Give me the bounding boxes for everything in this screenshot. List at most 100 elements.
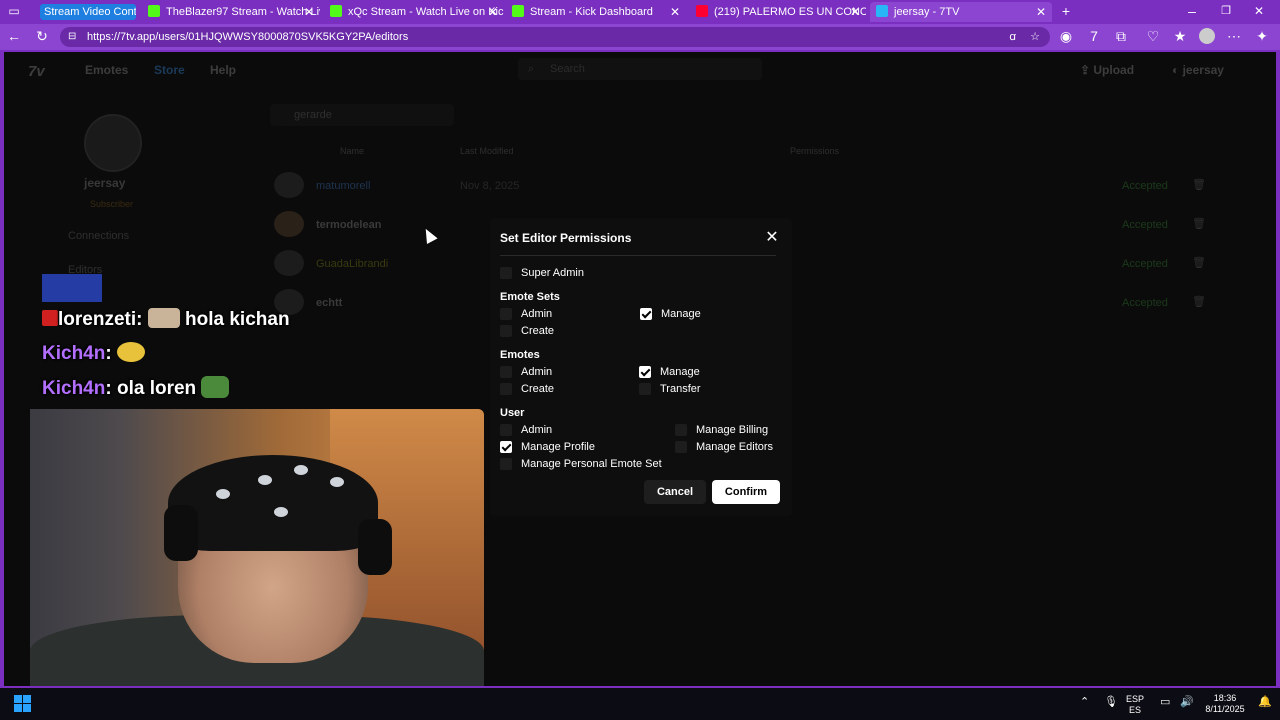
tab-theblazer97[interactable]: TheBlazer97 Stream - Watch Live ✕: [142, 2, 320, 22]
nav-help[interactable]: Help: [210, 63, 236, 77]
checkbox-box[interactable]: [639, 383, 651, 395]
favorites-icon[interactable]: ★: [1172, 28, 1188, 44]
microphone-icon[interactable]: 🎙: [1104, 697, 1118, 708]
editor-name[interactable]: termodelean: [316, 219, 381, 231]
bandana-pattern: [330, 477, 344, 487]
restore-icon[interactable]: ❐: [1218, 3, 1234, 19]
chat-message: lorenzeti: hola kichan: [42, 308, 290, 331]
keyboard-layout: ES: [1129, 705, 1142, 715]
close-icon[interactable]: ✕: [304, 2, 314, 22]
close-icon[interactable]: ✕: [850, 2, 860, 22]
editor-filter-input[interactable]: gerarde: [270, 104, 454, 126]
checkbox-label: Manage Profile: [521, 441, 595, 453]
checkbox-label: Transfer: [660, 383, 701, 395]
window-close-icon[interactable]: ✕: [1251, 3, 1267, 19]
url-field[interactable]: ⊟ https://7tv.app/users/01HJQWWSY8000870…: [60, 27, 1050, 47]
chat-text: ola loren: [116, 378, 197, 399]
close-icon[interactable]: ✕: [762, 228, 782, 248]
delete-icon[interactable]: 🗑: [1192, 178, 1206, 191]
bandana-pattern: [216, 489, 230, 499]
new-tab-icon[interactable]: +: [1058, 3, 1074, 19]
network-icon[interactable]: ▭: [1160, 697, 1170, 708]
extension-icon[interactable]: ◉: [1058, 28, 1074, 44]
webcam-feed: [30, 409, 484, 686]
checkbox-box[interactable]: [500, 308, 512, 320]
wave-emote-icon: [116, 342, 145, 362]
youtube-icon: [696, 5, 708, 17]
extensions-puzzle-icon[interactable]: ⧉: [1113, 28, 1129, 44]
profile-avatar: [84, 114, 142, 172]
back-icon[interactable]: ←: [6, 28, 22, 44]
checkbox-box[interactable]: [500, 325, 512, 337]
delete-icon[interactable]: 🗑: [1192, 256, 1206, 269]
editor-name[interactable]: GuadaLibrandi: [316, 258, 388, 270]
tab-label: (219) PALERMO ES UN CONCEPTO: [714, 6, 866, 18]
volume-icon[interactable]: 🔊: [1180, 697, 1194, 708]
editor-status: Accepted: [1122, 180, 1168, 192]
checkbox-checked[interactable]: [500, 441, 512, 453]
kick-icon: [512, 5, 524, 17]
nav-emotes[interactable]: Emotes: [85, 63, 128, 77]
checkbox-label: Manage Billing: [696, 424, 769, 436]
upload-button[interactable]: ⇪ Upload: [1080, 63, 1134, 77]
tab-youtube[interactable]: (219) PALERMO ES UN CONCEPTO✕: [690, 2, 866, 22]
editor-avatar: [274, 172, 304, 198]
checkbox-checked[interactable]: [640, 308, 652, 320]
tab-label: jeersay - 7TV: [894, 6, 960, 18]
tray-chevron-icon[interactable]: ⌃: [1080, 697, 1089, 708]
clock-date: 8/11/2025: [1205, 704, 1245, 714]
minimize-icon[interactable]: –: [1184, 3, 1200, 19]
editor-name[interactable]: matumorell: [316, 180, 370, 192]
7tv-badge-icon: [42, 310, 58, 326]
delete-icon[interactable]: 🗑: [1192, 295, 1206, 308]
tab-xqc[interactable]: xQc Stream - Watch Live on Kick ✕: [324, 2, 504, 22]
7tv-extension-icon[interactable]: 7: [1086, 28, 1102, 44]
notifications-icon[interactable]: 🔔: [1258, 697, 1272, 708]
nav-store[interactable]: Store: [154, 63, 185, 77]
user-menu[interactable]: ◐ jeersay: [1172, 63, 1224, 77]
checkbox-box[interactable]: [500, 424, 512, 436]
checkbox-label: Super Admin: [521, 267, 584, 279]
clock-time: 18:36: [1213, 693, 1237, 703]
tab-actions-icon[interactable]: ▭: [6, 3, 22, 19]
confirm-button[interactable]: Confirm: [712, 480, 780, 504]
editor-name[interactable]: echtt: [316, 297, 342, 309]
checkbox-box[interactable]: [500, 458, 512, 470]
windows-start-icon[interactable]: [14, 695, 32, 713]
language-indicator[interactable]: ESP ES: [1126, 694, 1144, 716]
checkbox-checked[interactable]: [639, 366, 651, 378]
profile-avatar-icon[interactable]: [1199, 28, 1215, 44]
site-info-icon[interactable]: ⊟: [68, 27, 76, 47]
filter-placeholder: gerarde: [294, 109, 332, 121]
tab-bar: ▭ Stream Video Content TheBlazer97 Strea…: [0, 0, 1280, 24]
close-icon[interactable]: ✕: [670, 2, 680, 22]
tab-kick-dashboard[interactable]: Stream - Kick Dashboard ✕: [506, 2, 686, 22]
close-icon[interactable]: ✕: [488, 2, 498, 22]
7tv-logo[interactable]: 7v: [28, 63, 45, 80]
more-menu-icon[interactable]: ⋯: [1226, 28, 1242, 44]
checkbox-box[interactable]: [500, 366, 512, 378]
dialog-title: Set Editor Permissions: [500, 231, 632, 245]
browser-essentials-icon[interactable]: ♡: [1145, 28, 1161, 44]
copilot-icon[interactable]: ✦: [1254, 28, 1270, 44]
reload-icon[interactable]: ↻: [34, 28, 50, 44]
sidebar-connections[interactable]: Connections: [68, 230, 129, 242]
checkbox-box[interactable]: [500, 383, 512, 395]
chat-message: Kich4n:: [42, 342, 145, 365]
checkbox-box[interactable]: [500, 267, 512, 279]
tab-group-label[interactable]: Stream Video Content: [40, 4, 136, 20]
search-input[interactable]: ⌕ Search: [518, 58, 762, 80]
editor-avatar: [274, 250, 304, 276]
checkbox-box[interactable]: [675, 424, 687, 436]
cancel-button[interactable]: Cancel: [644, 480, 706, 504]
delete-icon[interactable]: 🗑: [1192, 217, 1206, 230]
close-icon[interactable]: ✕: [1036, 2, 1046, 22]
favorite-star-icon[interactable]: ☆: [1030, 27, 1040, 47]
checkbox-box[interactable]: [675, 441, 687, 453]
system-clock[interactable]: 18:36 8/11/2025: [1200, 693, 1250, 715]
windows-taskbar: ⌃ 🎙 ESP ES ▭ 🔊 18:36 8/11/2025 🔔: [0, 688, 1280, 720]
chat-message: Kich4n: ola loren: [42, 376, 230, 400]
tab-7tv[interactable]: jeersay - 7TV ✕: [870, 2, 1052, 22]
read-aloud-icon[interactable]: ꭤ: [1009, 27, 1016, 47]
checkbox-label: Manage: [661, 308, 701, 320]
